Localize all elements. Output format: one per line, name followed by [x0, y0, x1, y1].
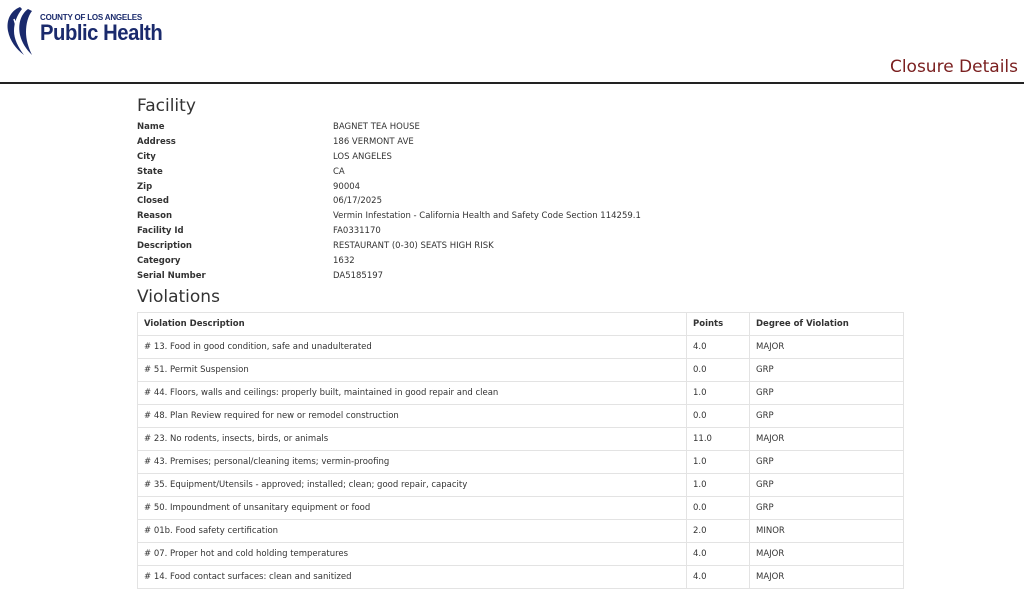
- violation-description: # 51. Permit Suspension: [137, 357, 687, 382]
- column-header-degree: Degree of Violation: [749, 311, 904, 336]
- violation-degree: GRP: [749, 380, 904, 405]
- table-row: # 44. Floors, walls and ceilings: proper…: [137, 380, 904, 405]
- violation-points: 0.0: [686, 357, 750, 382]
- field-value: FA0331170: [333, 226, 381, 237]
- violation-points: 2.0: [686, 518, 750, 543]
- facility-row-facility-id: Facility Id FA0331170: [137, 224, 904, 239]
- field-label: Description: [137, 241, 192, 252]
- field-label: Address: [137, 136, 176, 147]
- field-value: 186 VERMONT AVE: [333, 136, 414, 147]
- table-row: # 07. Proper hot and cold holding temper…: [137, 541, 904, 566]
- violation-points: 1.0: [686, 380, 750, 405]
- public-health-logo[interactable]: COUNTY OF LOS ANGELES Public Health: [4, 5, 173, 57]
- violation-degree: GRP: [749, 472, 904, 497]
- column-header-description: Violation Description: [137, 311, 687, 336]
- violation-points: 4.0: [686, 564, 750, 589]
- violation-description: # 48. Plan Review required for new or re…: [137, 403, 687, 428]
- violation-degree: GRP: [749, 403, 904, 428]
- violation-points: 0.0: [686, 403, 750, 428]
- violations-table: Violation Description Points Degree of V…: [137, 311, 904, 589]
- violation-description: # 23. No rodents, insects, birds, or ani…: [137, 426, 687, 451]
- table-row: # 51. Permit Suspension 0.0 GRP: [137, 357, 904, 382]
- table-row: # 50. Impoundment of unsanitary equipmen…: [137, 495, 904, 520]
- field-label: City: [137, 151, 156, 162]
- violation-description: # 44. Floors, walls and ceilings: proper…: [137, 380, 687, 405]
- table-header-row: Violation Description Points Degree of V…: [137, 311, 904, 336]
- facility-row-address: Address 186 VERMONT AVE: [137, 135, 904, 150]
- facility-row-category: Category 1632: [137, 254, 904, 269]
- page-title: Closure Details: [889, 57, 1018, 77]
- facility-row-city: City LOS ANGELES: [137, 150, 904, 165]
- facility-row-state: State CA: [137, 165, 904, 180]
- field-label: Closed: [137, 196, 169, 207]
- field-value: LOS ANGELES: [333, 151, 392, 162]
- field-value: Vermin Infestation - California Health a…: [333, 211, 641, 222]
- violation-points: 1.0: [686, 472, 750, 497]
- violation-points: 0.0: [686, 495, 750, 520]
- field-label: Reason: [137, 211, 172, 222]
- column-header-points: Points: [686, 311, 750, 336]
- violation-degree: MAJOR: [749, 564, 904, 589]
- table-row: # 35. Equipment/Utensils - approved; ins…: [137, 472, 904, 497]
- violation-degree: GRP: [749, 357, 904, 382]
- violation-degree: MAJOR: [749, 334, 904, 359]
- violation-description: # 43. Premises; personal/cleaning items;…: [137, 449, 687, 474]
- facility-row-description: Description RESTAURANT (0-30) SEATS HIGH …: [137, 239, 904, 254]
- violation-points: 4.0: [686, 541, 750, 566]
- violation-degree: MINOR: [749, 518, 904, 543]
- field-value: RESTAURANT (0-30) SEATS HIGH RISK: [333, 241, 494, 252]
- field-value: BAGNET TEA HOUSE: [333, 122, 420, 132]
- violation-degree: MAJOR: [749, 541, 904, 566]
- violation-description: # 07. Proper hot and cold holding temper…: [137, 541, 687, 566]
- field-value: 90004: [333, 181, 361, 192]
- field-label: Serial Number: [137, 270, 206, 281]
- facility-heading: Facility: [137, 96, 196, 116]
- field-label: Facility Id: [137, 226, 184, 237]
- violation-description: # 50. Impoundment of unsanitary equipmen…: [137, 495, 687, 520]
- logo-public-health-text: Public Health: [40, 20, 163, 45]
- field-value: 1632: [333, 256, 355, 267]
- facility-row-reason: Reason Vermin Infestation - California He…: [137, 209, 904, 224]
- violation-degree: GRP: [749, 449, 904, 474]
- table-row: # 48. Plan Review required for new or re…: [137, 403, 904, 428]
- table-row: # 01b. Food safety certification 2.0 MINOR: [137, 518, 904, 543]
- violation-description: # 01b. Food safety certification: [137, 518, 687, 543]
- violation-points: 11.0: [686, 426, 750, 451]
- facility-row-closed: Closed 06/17/2025: [137, 194, 904, 209]
- violation-points: 4.0: [686, 334, 750, 359]
- main-content: Facility Name BAGNET TEA HOUSE Address 186…: [137, 96, 904, 589]
- field-label: Zip: [137, 181, 153, 192]
- field-value: 06/17/2025: [333, 196, 382, 207]
- table-row: # 23. No rodents, insects, birds, or ani…: [137, 426, 904, 451]
- table-row: # 13. Food in good condition, safe and u…: [137, 334, 904, 359]
- page-header: COUNTY OF LOS ANGELES Public Health Clos…: [0, 0, 1024, 84]
- violation-description: # 13. Food in good condition, safe and u…: [137, 334, 687, 359]
- facility-row-name: Name BAGNET TEA HOUSE: [137, 120, 904, 135]
- table-row: # 43. Premises; personal/cleaning items;…: [137, 449, 904, 474]
- field-value: CA: [333, 166, 345, 177]
- table-row: # 14. Food contact surfaces: clean and s…: [137, 564, 904, 589]
- facility-row-serial-number: Serial Number DA5185197: [137, 269, 904, 284]
- field-label: Category: [137, 256, 181, 267]
- violation-degree: GRP: [749, 495, 904, 520]
- field-label: Name: [137, 122, 165, 132]
- facility-details: Name BAGNET TEA HOUSE Address 186 VERMONT …: [137, 120, 904, 284]
- violation-points: 1.0: [686, 449, 750, 474]
- violation-degree: MAJOR: [749, 426, 904, 451]
- violation-description: # 14. Food contact surfaces: clean and s…: [137, 564, 687, 589]
- la-county-logo-icon: [7, 7, 32, 55]
- field-label: State: [137, 166, 163, 177]
- violation-description: # 35. Equipment/Utensils - approved; ins…: [137, 472, 687, 497]
- violations-heading: Violations: [137, 286, 220, 307]
- facility-row-zip: Zip 90004: [137, 180, 904, 195]
- field-value: DA5185197: [333, 270, 384, 281]
